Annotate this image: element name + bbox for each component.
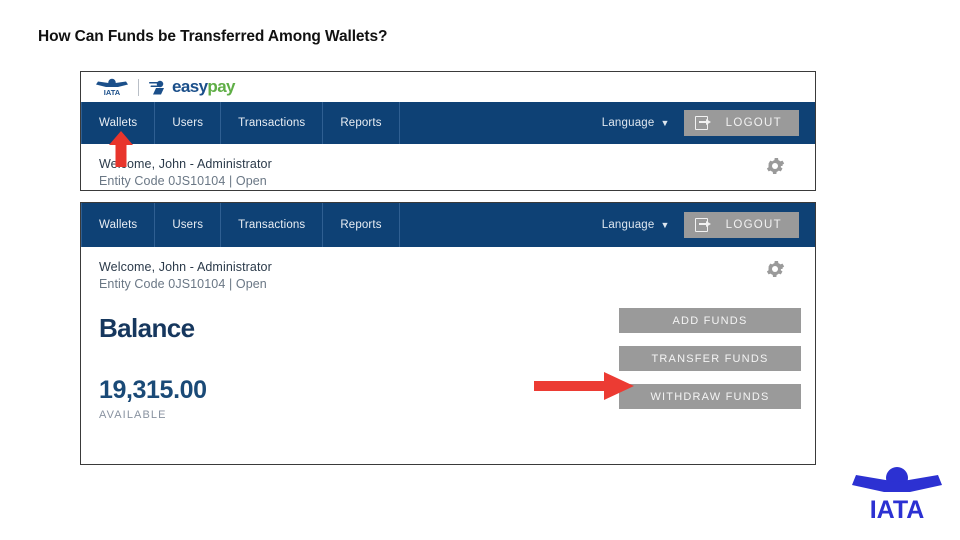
logout-icon-bottom (694, 218, 712, 232)
easypay-wordmark: easypay (172, 77, 236, 97)
add-funds-button[interactable]: ADD FUNDS (619, 308, 801, 333)
account-summary-bottom: Welcome, John - Administrator Entity Cod… (81, 247, 815, 291)
nav-right-group: Language ▼ LOGOUT (602, 102, 815, 144)
balance-section: Balance 19,315.00 AVAILABLE ADD FUNDS TR… (81, 291, 815, 421)
annotation-arrow-up-wallets (108, 131, 134, 167)
easypay-pay-text: pay (207, 77, 235, 96)
logout-icon (694, 116, 712, 130)
easypay-easy-text: easy (172, 77, 208, 96)
nav-right-group-bottom: Language ▼ LOGOUT (602, 203, 815, 247)
language-label-bottom: Language (601, 219, 655, 231)
nav-item-transactions-bottom[interactable]: Transactions (221, 203, 324, 247)
logout-label: LOGOUT (725, 117, 782, 129)
iata-corner-logo-text: IATA (870, 496, 925, 524)
welcome-message-bottom: Welcome, John - Administrator (99, 260, 272, 274)
logout-button-bottom[interactable]: LOGOUT (683, 212, 799, 238)
easypay-logo: easypay (148, 77, 236, 97)
nav-item-wallets-bottom[interactable]: Wallets (81, 203, 156, 247)
language-selector-bottom[interactable]: Language ▼ (602, 219, 670, 231)
welcome-message: Welcome, John - Administrator (99, 157, 272, 171)
slide-canvas: How Can Funds be Transferred Among Walle… (0, 0, 960, 540)
logout-button[interactable]: LOGOUT (683, 110, 799, 136)
language-selector[interactable]: Language ▼ (602, 117, 670, 129)
gear-icon[interactable] (765, 156, 785, 176)
brand-bar: IATA easypay (81, 72, 815, 102)
logout-label-bottom: LOGOUT (725, 219, 782, 231)
brand-divider (138, 78, 139, 96)
language-label: Language (601, 117, 655, 129)
transfer-funds-button[interactable]: TRANSFER FUNDS (619, 346, 801, 371)
nav-item-reports[interactable]: Reports (323, 102, 400, 144)
nav-item-users-bottom[interactable]: Users (155, 203, 222, 247)
iata-logo-icon: IATA (95, 77, 129, 97)
nav-item-users[interactable]: Users (155, 102, 222, 144)
entity-code-line: Entity Code 0JS10104 | Open (99, 174, 267, 188)
chevron-down-icon: ▼ (660, 118, 670, 128)
main-navigation-top: Wallets Users Transactions Reports Langu… (81, 102, 815, 144)
gear-icon-bottom[interactable] (765, 259, 785, 279)
screenshot-panel-top: IATA easypay Wallets Users Transactions (80, 71, 816, 191)
nav-item-transactions[interactable]: Transactions (221, 102, 324, 144)
entity-code-line-bottom: Entity Code 0JS10104 | Open (99, 277, 267, 291)
wallet-actions-group: ADD FUNDS TRANSFER FUNDS WITHDRAW FUNDS (619, 308, 801, 409)
chevron-down-icon-bottom: ▼ (660, 220, 670, 230)
main-navigation-bottom: Wallets Users Transactions Reports Langu… (81, 203, 815, 247)
page-title: How Can Funds be Transferred Among Walle… (38, 28, 388, 45)
withdraw-funds-button[interactable]: WITHDRAW FUNDS (619, 384, 801, 409)
nav-item-reports-bottom[interactable]: Reports (323, 203, 400, 247)
annotation-arrow-right-transfer-funds (534, 372, 634, 400)
balance-availability-label: AVAILABLE (99, 409, 167, 421)
screenshot-panel-bottom: Wallets Users Transactions Reports Langu… (80, 202, 816, 465)
iata-corner-logo: IATA (852, 462, 942, 524)
nav-items-group-bottom: Wallets Users Transactions Reports (81, 203, 400, 247)
account-summary-top: Welcome, John - Administrator Entity Cod… (81, 144, 815, 188)
svg-text:IATA: IATA (104, 88, 121, 97)
